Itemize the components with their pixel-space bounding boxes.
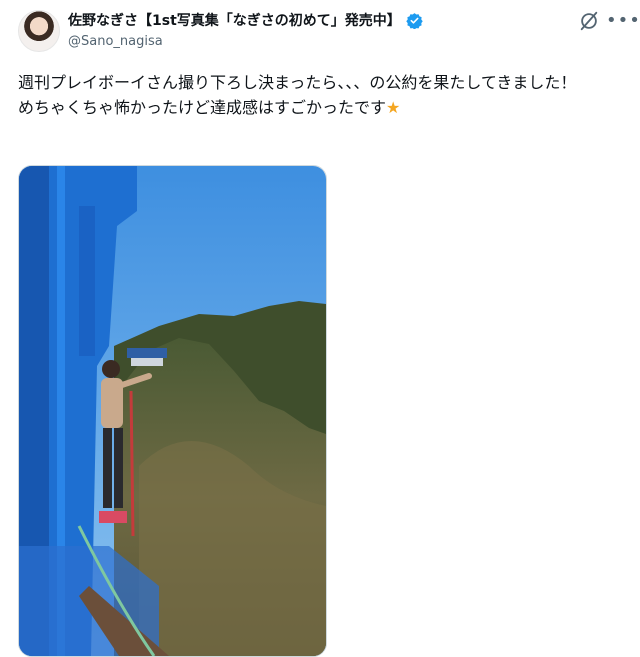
grok-icon[interactable]	[578, 10, 600, 32]
verified-badge-icon	[406, 12, 423, 29]
avatar[interactable]	[18, 10, 60, 52]
post-photo[interactable]	[18, 165, 327, 657]
more-icon[interactable]: •••	[606, 10, 640, 32]
post-text: 週刊プレイボーイさん撮り下ろし決まったら、、、の公約を果たしてきました！ めちゃ…	[18, 70, 618, 120]
bridge-photo-svg	[19, 166, 326, 656]
post-text-line2-wrap: めちゃくちゃ怖かったけど達成感はすごかったです★	[18, 95, 618, 120]
post-text-line1: 週刊プレイボーイさん撮り下ろし決まったら、、、の公約を果たしてきました！	[18, 73, 577, 92]
author-display-name[interactable]: 佐野なぎさ【1st写真集「なぎさの初めて」発売中】	[68, 10, 401, 30]
author-handle[interactable]: @Sano_nagisa	[68, 34, 163, 49]
star-emoji-icon: ★	[386, 98, 401, 117]
post-text-line2: めちゃくちゃ怖かったけど達成感はすごかったです	[18, 98, 387, 117]
author-name-row[interactable]: 佐野なぎさ【1st写真集「なぎさの初めて」発売中】	[68, 10, 423, 30]
